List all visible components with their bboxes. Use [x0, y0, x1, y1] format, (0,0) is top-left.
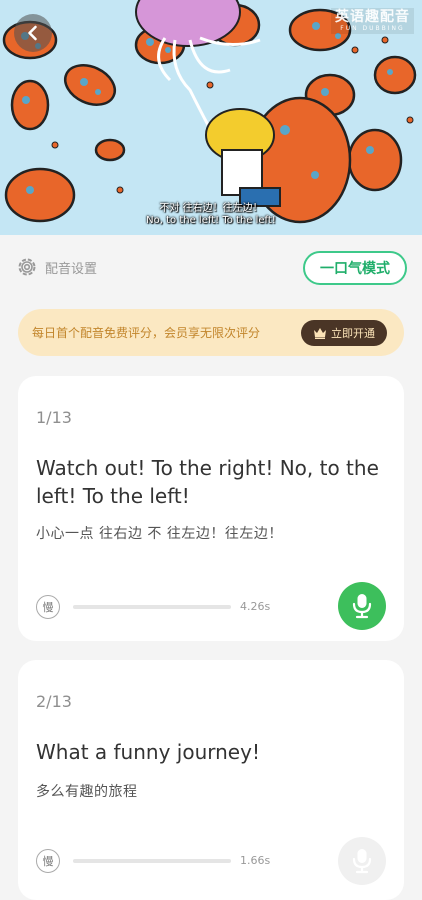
- playback-progress-bar[interactable]: [73, 859, 231, 863]
- video-frame-illustration: [0, 0, 422, 235]
- membership-promo-banner: 每日首个配音免费评分，会员享无限次评分 立即开通: [18, 309, 404, 356]
- back-button[interactable]: [14, 14, 52, 52]
- slow-playback-button[interactable]: 慢: [36, 595, 60, 619]
- microphone-icon: [352, 594, 372, 619]
- sentence-index: 1/13: [36, 408, 72, 427]
- sentence-index: 2/13: [36, 692, 72, 711]
- sentence-card[interactable]: 1/13 Watch out! To the right! No, to the…: [18, 376, 404, 641]
- slow-playback-button[interactable]: 慢: [36, 849, 60, 873]
- sentence-chinese: 多么有趣的旅程: [36, 784, 138, 800]
- dub-settings-button[interactable]: 配音设置: [17, 257, 97, 277]
- crown-icon: [314, 327, 326, 339]
- promo-text: 每日首个配音免费评分，会员享无限次评分: [32, 326, 261, 340]
- activate-membership-label: 立即开通: [331, 326, 375, 340]
- brand-watermark: 英语趣配音 FUN DUBBING: [331, 8, 414, 34]
- video-subtitles: 不对 往右边！往左边！ No, to the left! To the left…: [0, 203, 422, 227]
- sentence-duration: 4.26s: [240, 600, 271, 613]
- microphone-icon: [352, 849, 372, 874]
- playback-progress-bar[interactable]: [73, 605, 231, 609]
- activate-membership-button[interactable]: 立即开通: [301, 319, 387, 346]
- sentence-duration: 1.66s: [240, 854, 271, 867]
- record-button[interactable]: [338, 837, 386, 885]
- dub-settings-label: 配音设置: [45, 261, 98, 277]
- settings-row: 配音设置 一口气模式: [0, 235, 422, 299]
- gear-icon: [18, 258, 36, 276]
- sentence-english: What a funny journey!: [36, 740, 260, 764]
- chevron-left-icon: [28, 25, 37, 41]
- watermark-sub: FUN DUBBING: [340, 25, 405, 32]
- subtitle-chinese: 不对 往右边！往左边！: [159, 203, 263, 214]
- sentence-english: Watch out! To the right! No, to the left…: [36, 456, 379, 508]
- subtitle-english: No, to the left! To the left!: [146, 215, 276, 226]
- sentence-card[interactable]: 2/13 What a funny journey! 多么有趣的旅程 慢 1.6…: [18, 660, 404, 900]
- video-player[interactable]: 英语趣配音 FUN DUBBING 不对 往右边！往左边！ No, to the…: [0, 0, 422, 235]
- one-breath-mode-button[interactable]: 一口气模式: [303, 251, 407, 285]
- record-button[interactable]: [338, 582, 386, 630]
- watermark-main: 英语趣配音: [335, 9, 410, 25]
- sentence-chinese: 小心一点 往右边 不 往左边！往左边！: [36, 526, 283, 542]
